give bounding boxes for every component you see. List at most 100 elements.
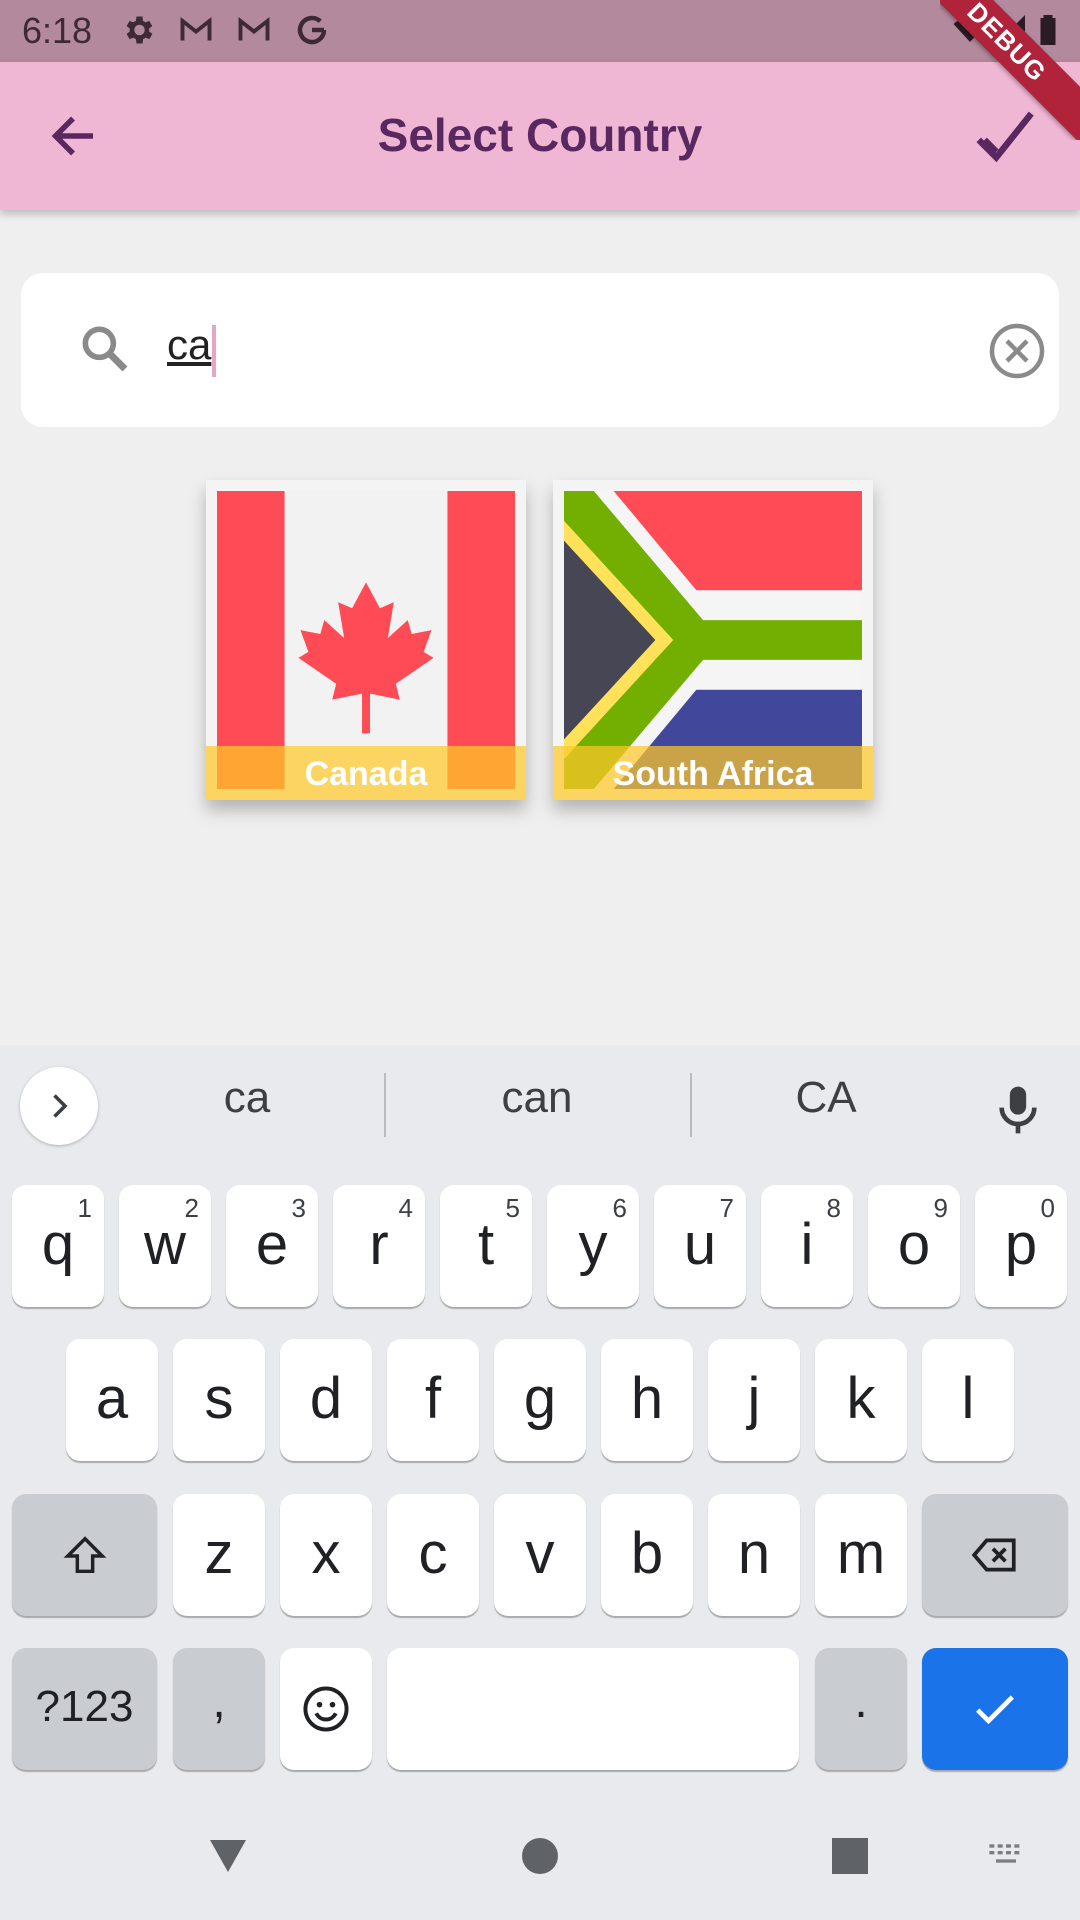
- key-q[interactable]: 1q: [12, 1185, 104, 1307]
- key-b[interactable]: b: [601, 1494, 693, 1616]
- key-s[interactable]: s: [173, 1339, 265, 1461]
- key-label: ,: [212, 1675, 226, 1728]
- debug-ribbon-label: DEBUG: [940, 0, 1080, 140]
- clear-circle-icon[interactable]: [987, 321, 1047, 381]
- country-card-south-africa[interactable]: South Africa: [553, 480, 873, 800]
- key-g[interactable]: g: [494, 1339, 586, 1461]
- key-n[interactable]: n: [708, 1494, 800, 1616]
- debug-banner: DEBUG: [940, 0, 1080, 140]
- key-h[interactable]: h: [601, 1339, 693, 1461]
- gmail-icon: [238, 17, 270, 41]
- key-i[interactable]: 8i: [761, 1185, 853, 1307]
- key-p[interactable]: 0p: [975, 1185, 1067, 1307]
- gmail-icon: [180, 17, 212, 41]
- key-label: p: [1004, 1212, 1038, 1277]
- suggestion-1[interactable]: ca: [137, 1073, 357, 1123]
- key-label: x: [311, 1521, 341, 1586]
- period-key[interactable]: .: [815, 1648, 907, 1770]
- back-triangle-icon[interactable]: [204, 1832, 252, 1880]
- page-title: Select Country: [377, 109, 703, 161]
- key-u[interactable]: 7u: [654, 1185, 746, 1307]
- suggestion-divider: [690, 1073, 692, 1137]
- key-c[interactable]: c: [387, 1494, 479, 1616]
- app-bar: Select Country: [0, 62, 1080, 210]
- suggestion-2[interactable]: can: [427, 1073, 647, 1123]
- emoji-icon: [303, 1686, 349, 1732]
- suggestion-3[interactable]: CA: [716, 1073, 936, 1123]
- key-label: j: [747, 1366, 761, 1431]
- recents-square-icon[interactable]: [826, 1832, 874, 1880]
- key-k[interactable]: k: [815, 1339, 907, 1461]
- check-icon: [975, 1695, 1015, 1725]
- country-name: Canada: [304, 755, 428, 793]
- symbols-key[interactable]: ?123: [12, 1648, 157, 1770]
- expand-toolbar-button[interactable]: [20, 1067, 98, 1145]
- comma-key[interactable]: ,: [173, 1648, 265, 1770]
- key-label: m: [836, 1521, 886, 1586]
- key-z[interactable]: z: [173, 1494, 265, 1616]
- key-label: t: [477, 1212, 495, 1277]
- home-circle-icon[interactable]: [516, 1832, 564, 1880]
- key-j[interactable]: j: [708, 1339, 800, 1461]
- emoji-key[interactable]: [280, 1648, 372, 1770]
- key-label: r: [369, 1212, 389, 1277]
- key-label: e: [255, 1212, 289, 1277]
- key-a[interactable]: a: [66, 1339, 158, 1461]
- key-m[interactable]: m: [815, 1494, 907, 1616]
- key-label: l: [961, 1366, 975, 1431]
- key-d[interactable]: d: [280, 1339, 372, 1461]
- country-card-canada[interactable]: Canada: [206, 480, 526, 800]
- key-label: u: [683, 1212, 717, 1277]
- canada-flag: [217, 491, 515, 789]
- key-v[interactable]: v: [494, 1494, 586, 1616]
- done-key[interactable]: [922, 1648, 1068, 1770]
- keyboard-switch-icon[interactable]: [984, 1836, 1028, 1876]
- key-label: ?123: [35, 1682, 134, 1731]
- key-y[interactable]: 6y: [547, 1185, 639, 1307]
- key-label: a: [95, 1366, 129, 1431]
- settings-icon: [126, 16, 153, 44]
- microphone-icon[interactable]: [990, 1081, 1046, 1139]
- shift-icon: [63, 1536, 107, 1574]
- country-name: South Africa: [612, 755, 814, 793]
- key-w[interactable]: 2w: [119, 1185, 211, 1307]
- south-africa-flag: [564, 491, 862, 789]
- key-label: g: [523, 1366, 557, 1431]
- backspace-icon: [971, 1538, 1016, 1572]
- google-icon: [297, 15, 327, 45]
- key-t[interactable]: 5t: [440, 1185, 532, 1307]
- key-label: s: [204, 1366, 234, 1431]
- key-label: f: [424, 1366, 442, 1431]
- key-label: .: [854, 1675, 868, 1728]
- key-label: o: [897, 1212, 931, 1277]
- space-key[interactable]: [387, 1648, 799, 1770]
- key-label: q: [41, 1212, 75, 1277]
- key-label: v: [525, 1521, 555, 1586]
- key-label: w: [144, 1212, 186, 1277]
- key-label: c: [418, 1521, 448, 1586]
- shift-key[interactable]: [12, 1494, 157, 1616]
- key-l[interactable]: l: [922, 1339, 1014, 1461]
- key-x[interactable]: x: [280, 1494, 372, 1616]
- suggestion-strip: ca can CA: [0, 1045, 1080, 1165]
- key-e[interactable]: 3e: [226, 1185, 318, 1307]
- status-time: 6:18: [22, 10, 93, 51]
- search-input[interactable]: ca: [167, 321, 211, 369]
- key-label: z: [204, 1521, 234, 1586]
- key-label: i: [800, 1212, 814, 1277]
- chevron-right-icon: [53, 1094, 68, 1118]
- key-label: d: [309, 1366, 343, 1431]
- search-field[interactable]: ca: [21, 273, 1059, 427]
- key-r[interactable]: 4r: [333, 1185, 425, 1307]
- status-bar: 6:18: [0, 0, 1080, 62]
- key-o[interactable]: 9o: [868, 1185, 960, 1307]
- key-label: b: [630, 1521, 664, 1586]
- key-label: y: [578, 1212, 608, 1277]
- text-cursor: [212, 325, 216, 377]
- key-f[interactable]: f: [387, 1339, 479, 1461]
- backspace-key[interactable]: [922, 1494, 1068, 1616]
- key-label: n: [737, 1521, 771, 1586]
- suggestion-divider: [384, 1073, 386, 1137]
- system-nav-bar: [0, 1780, 1080, 1920]
- key-label: h: [630, 1366, 664, 1431]
